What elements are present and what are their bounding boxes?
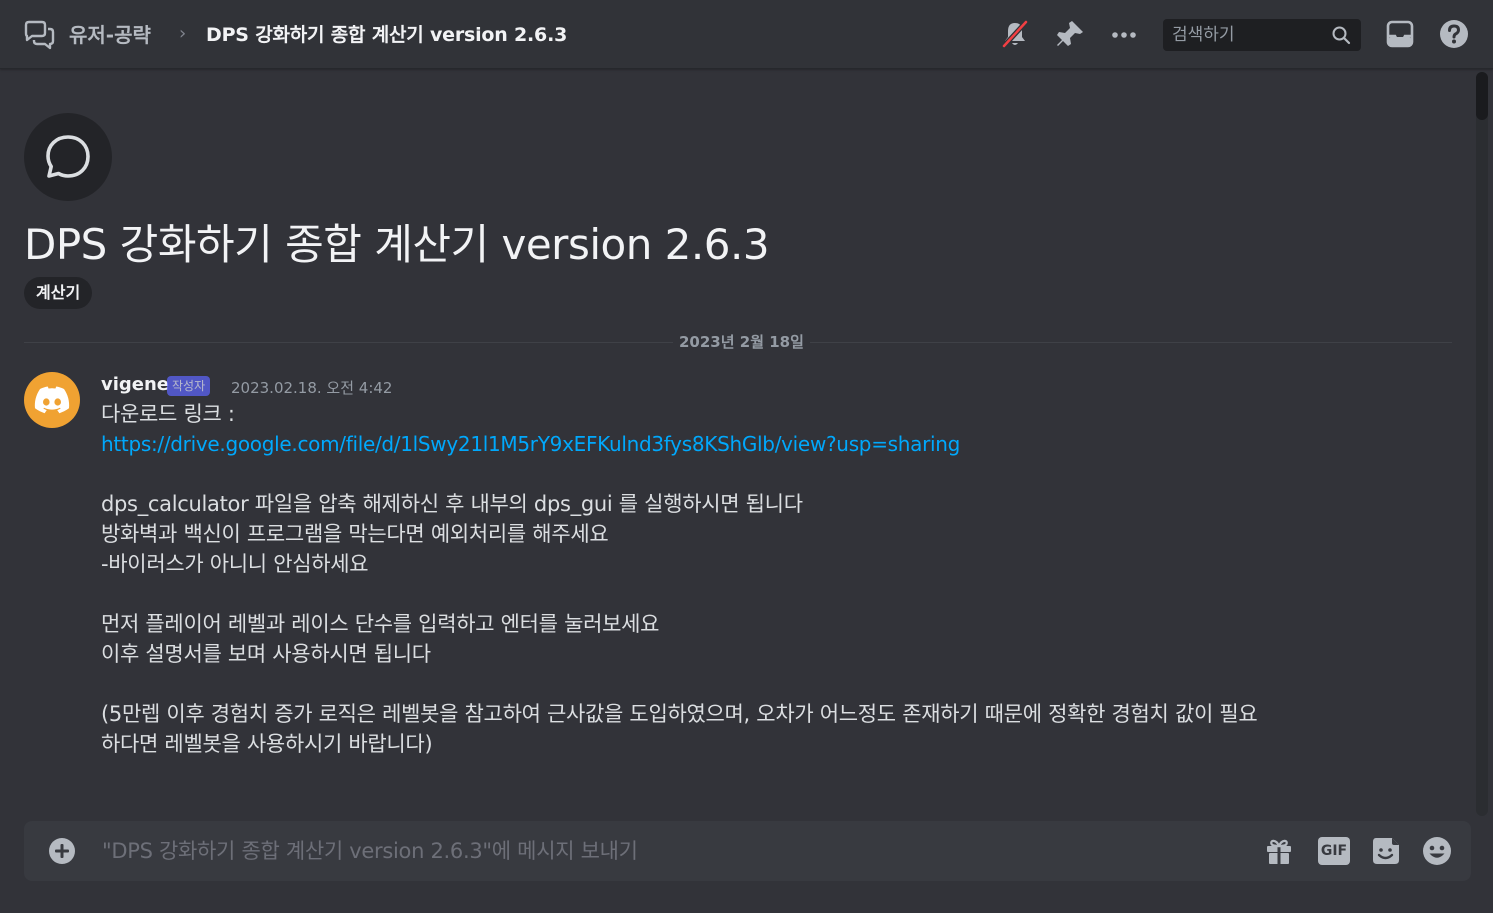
search-box[interactable] [1163, 19, 1361, 51]
discord-logo-icon [34, 386, 70, 414]
message-composer: GIF [24, 821, 1471, 881]
bell-slash-icon[interactable] [999, 18, 1031, 50]
gif-icon[interactable]: GIF [1318, 837, 1350, 865]
threads-icon [24, 20, 55, 50]
thread-header: 유저-공략 › DPS 강화하기 종합 계산기 version 2.6.3 [0, 0, 1493, 69]
add-circle-icon[interactable] [48, 837, 76, 865]
breadcrumb-separator: › [179, 23, 187, 44]
emoji-icon[interactable] [1421, 835, 1453, 867]
message-line: 먼저 플레이어 레벨과 레이스 단수를 입력하고 엔터를 눌러보세요 [101, 612, 660, 636]
op-badge: 작성자 [167, 376, 211, 396]
message-line: -바이러스가 아니니 안심하세요 [101, 552, 369, 576]
gift-icon[interactable] [1263, 835, 1295, 867]
avatar[interactable] [24, 372, 80, 428]
inbox-icon[interactable] [1384, 18, 1416, 50]
help-icon[interactable] [1438, 18, 1470, 50]
message-line: 다운로드 링크 : [101, 402, 235, 426]
chat-bubble-icon [46, 135, 90, 178]
scrollbar[interactable] [1476, 72, 1488, 816]
download-link[interactable]: https://drive.google.com/file/d/1lSwy21l… [101, 432, 960, 456]
thread-tag[interactable]: 계산기 [24, 277, 93, 309]
thread-icon-container [24, 113, 112, 201]
date-divider-label: 2023년 2월 18일 [673, 331, 810, 352]
message-line: dps_calculator 파일을 압축 해제하신 후 내부의 dps_gui… [101, 492, 803, 516]
more-icon[interactable] [1108, 18, 1140, 50]
message-author[interactable]: vigene [101, 374, 169, 395]
sticker-icon[interactable] [1370, 835, 1402, 867]
message-line: 방화벽과 백신이 프로그램을 막는다면 예외처리를 해주세요 [101, 522, 609, 546]
thread-title-header: DPS 강화하기 종합 계산기 version 2.6.3 [206, 24, 568, 46]
message-content: 다운로드 링크 : https://drive.google.com/file/… [101, 399, 1431, 759]
thread-title: DPS 강화하기 종합 계산기 version 2.6.3 [24, 220, 770, 269]
scrollbar-thumb[interactable] [1476, 72, 1488, 120]
message-timestamp: 2023.02.18. 오전 4:42 [231, 379, 393, 397]
search-input[interactable] [1163, 19, 1323, 51]
pin-icon[interactable] [1054, 18, 1086, 50]
search-icon[interactable] [1331, 25, 1351, 45]
message-line: 이후 설명서를 보며 사용하시면 됩니다 [101, 642, 431, 666]
message-input[interactable] [100, 821, 1250, 881]
parent-channel-link[interactable]: 유저-공략 [69, 19, 151, 48]
message-line: (5만렙 이후 경험치 증가 로직은 레벨봇을 참고하여 근사값을 도입하였으며… [101, 702, 1258, 726]
message-line: 하다면 레벨봇을 사용하시기 바랍니다) [101, 732, 433, 756]
thread-content: DPS 강화하기 종합 계산기 version 2.6.3 계산기 2023년 … [0, 69, 1493, 913]
